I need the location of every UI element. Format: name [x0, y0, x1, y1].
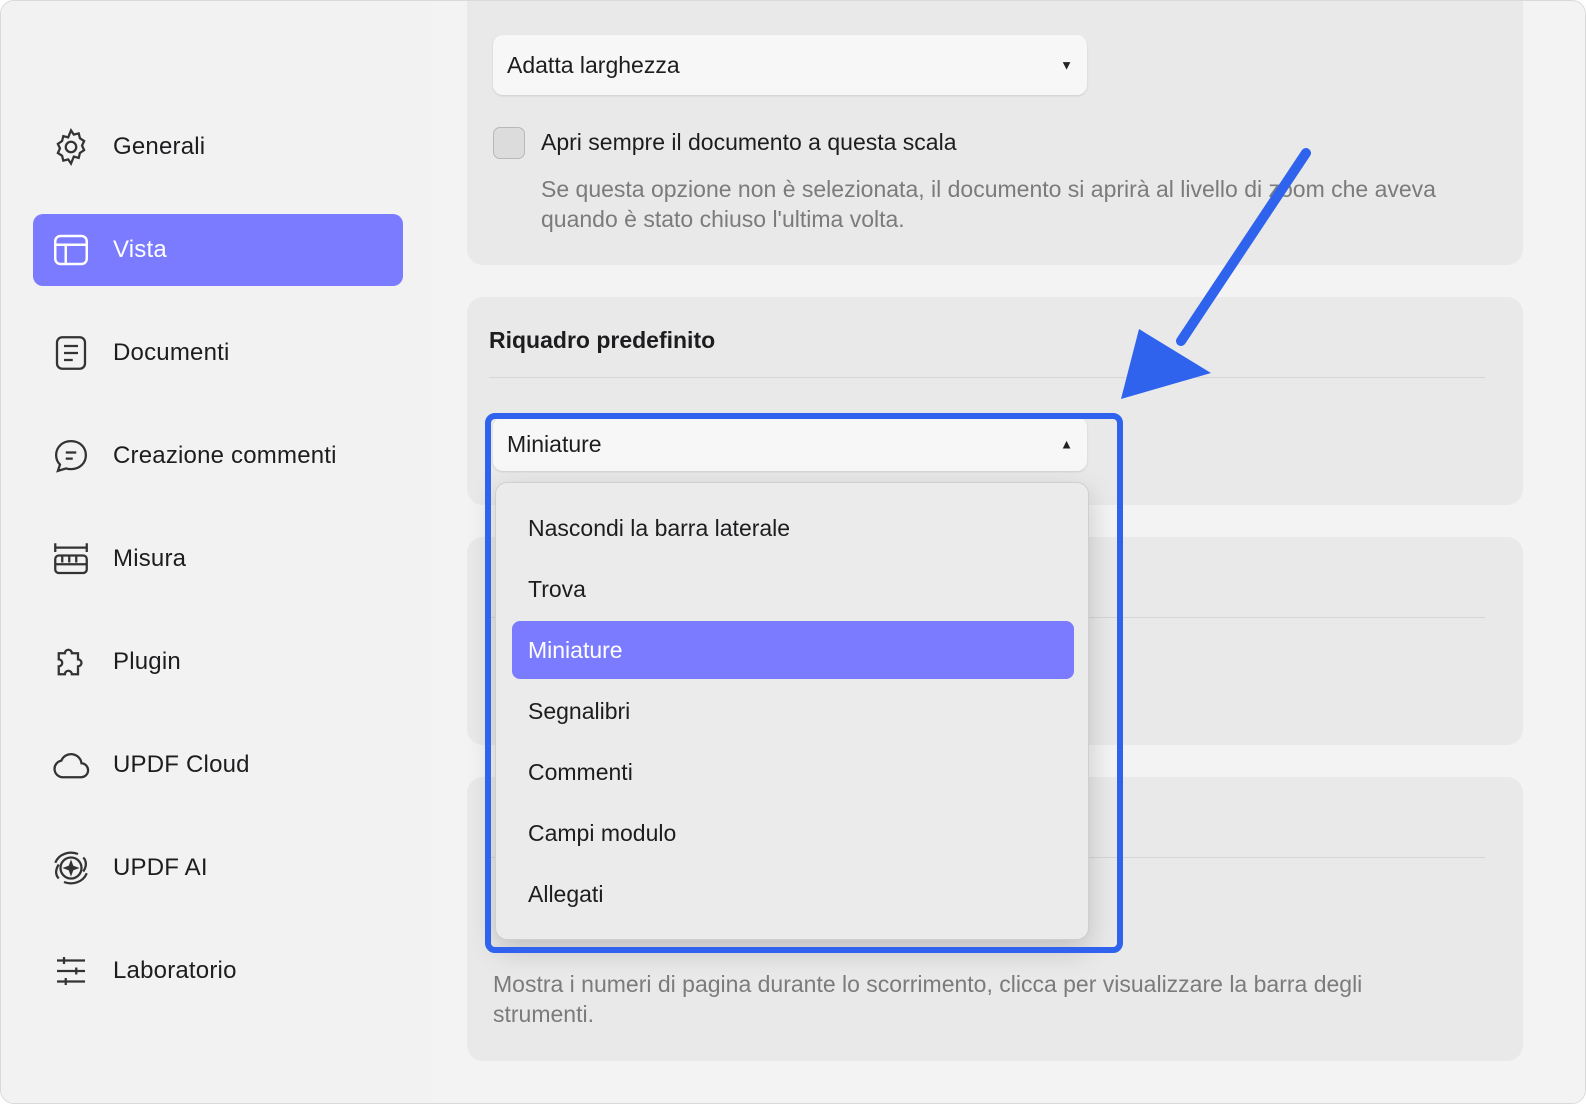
- annotation-highlight-box: [485, 413, 1123, 953]
- ruler-icon: [49, 537, 93, 581]
- zoom-select-value: Adatta larghezza: [507, 51, 680, 78]
- open-at-scale-label: Apri sempre il documento a questa scala: [541, 129, 957, 155]
- document-icon: [49, 331, 93, 375]
- sidebar-item-vista[interactable]: Vista: [33, 214, 403, 286]
- sidebar-item-label: UPDF Cloud: [113, 751, 250, 778]
- sidebar-item-label: Generali: [113, 133, 206, 160]
- sidebar-item-laboratorio[interactable]: Laboratorio: [33, 935, 403, 1007]
- page-numbers-description: Mostra i numeri di pagina durante lo sco…: [493, 971, 1363, 1027]
- open-at-scale-checkbox[interactable]: [493, 127, 525, 159]
- puzzle-icon: [49, 640, 93, 684]
- sidebar-item-updf-ai[interactable]: UPDF AI: [33, 832, 403, 904]
- sidebar-item-label: Documenti: [113, 339, 230, 366]
- preferences-window: Generali Vista Documenti Creazione comme…: [0, 0, 1586, 1104]
- chevron-down-icon: ▼: [1060, 57, 1073, 73]
- zoom-select[interactable]: Adatta larghezza ▼: [493, 35, 1087, 95]
- sidebar-item-plugin[interactable]: Plugin: [33, 626, 403, 698]
- sidebar-item-label: Misura: [113, 545, 187, 572]
- sidebar: Generali Vista Documenti Creazione comme…: [1, 1, 433, 1103]
- sidebar-item-label: Creazione commenti: [113, 442, 337, 469]
- comment-icon: [49, 434, 93, 478]
- default-pane-title: Riquadro predefinito: [489, 327, 716, 353]
- gear-icon: [49, 125, 93, 169]
- sidebar-item-label: Laboratorio: [113, 957, 237, 984]
- sidebar-item-generali[interactable]: Generali: [33, 111, 403, 183]
- zoom-section: Adatta larghezza ▼ Apri sempre il docume…: [467, 1, 1523, 265]
- annotation-arrow-icon: [1121, 148, 1311, 399]
- sidebar-item-updf-cloud[interactable]: UPDF Cloud: [33, 729, 403, 801]
- ai-icon: [49, 846, 93, 890]
- layout-icon: [49, 228, 93, 272]
- sidebar-item-documenti[interactable]: Documenti: [33, 317, 403, 389]
- sidebar-item-creazione-commenti[interactable]: Creazione commenti: [33, 420, 403, 492]
- sidebar-item-label: Plugin: [113, 648, 181, 675]
- sliders-icon: [49, 949, 93, 993]
- sidebar-item-misura[interactable]: Misura: [33, 523, 403, 595]
- sidebar-item-label: Vista: [113, 236, 167, 263]
- sidebar-item-label: UPDF AI: [113, 854, 208, 881]
- cloud-icon: [49, 743, 93, 787]
